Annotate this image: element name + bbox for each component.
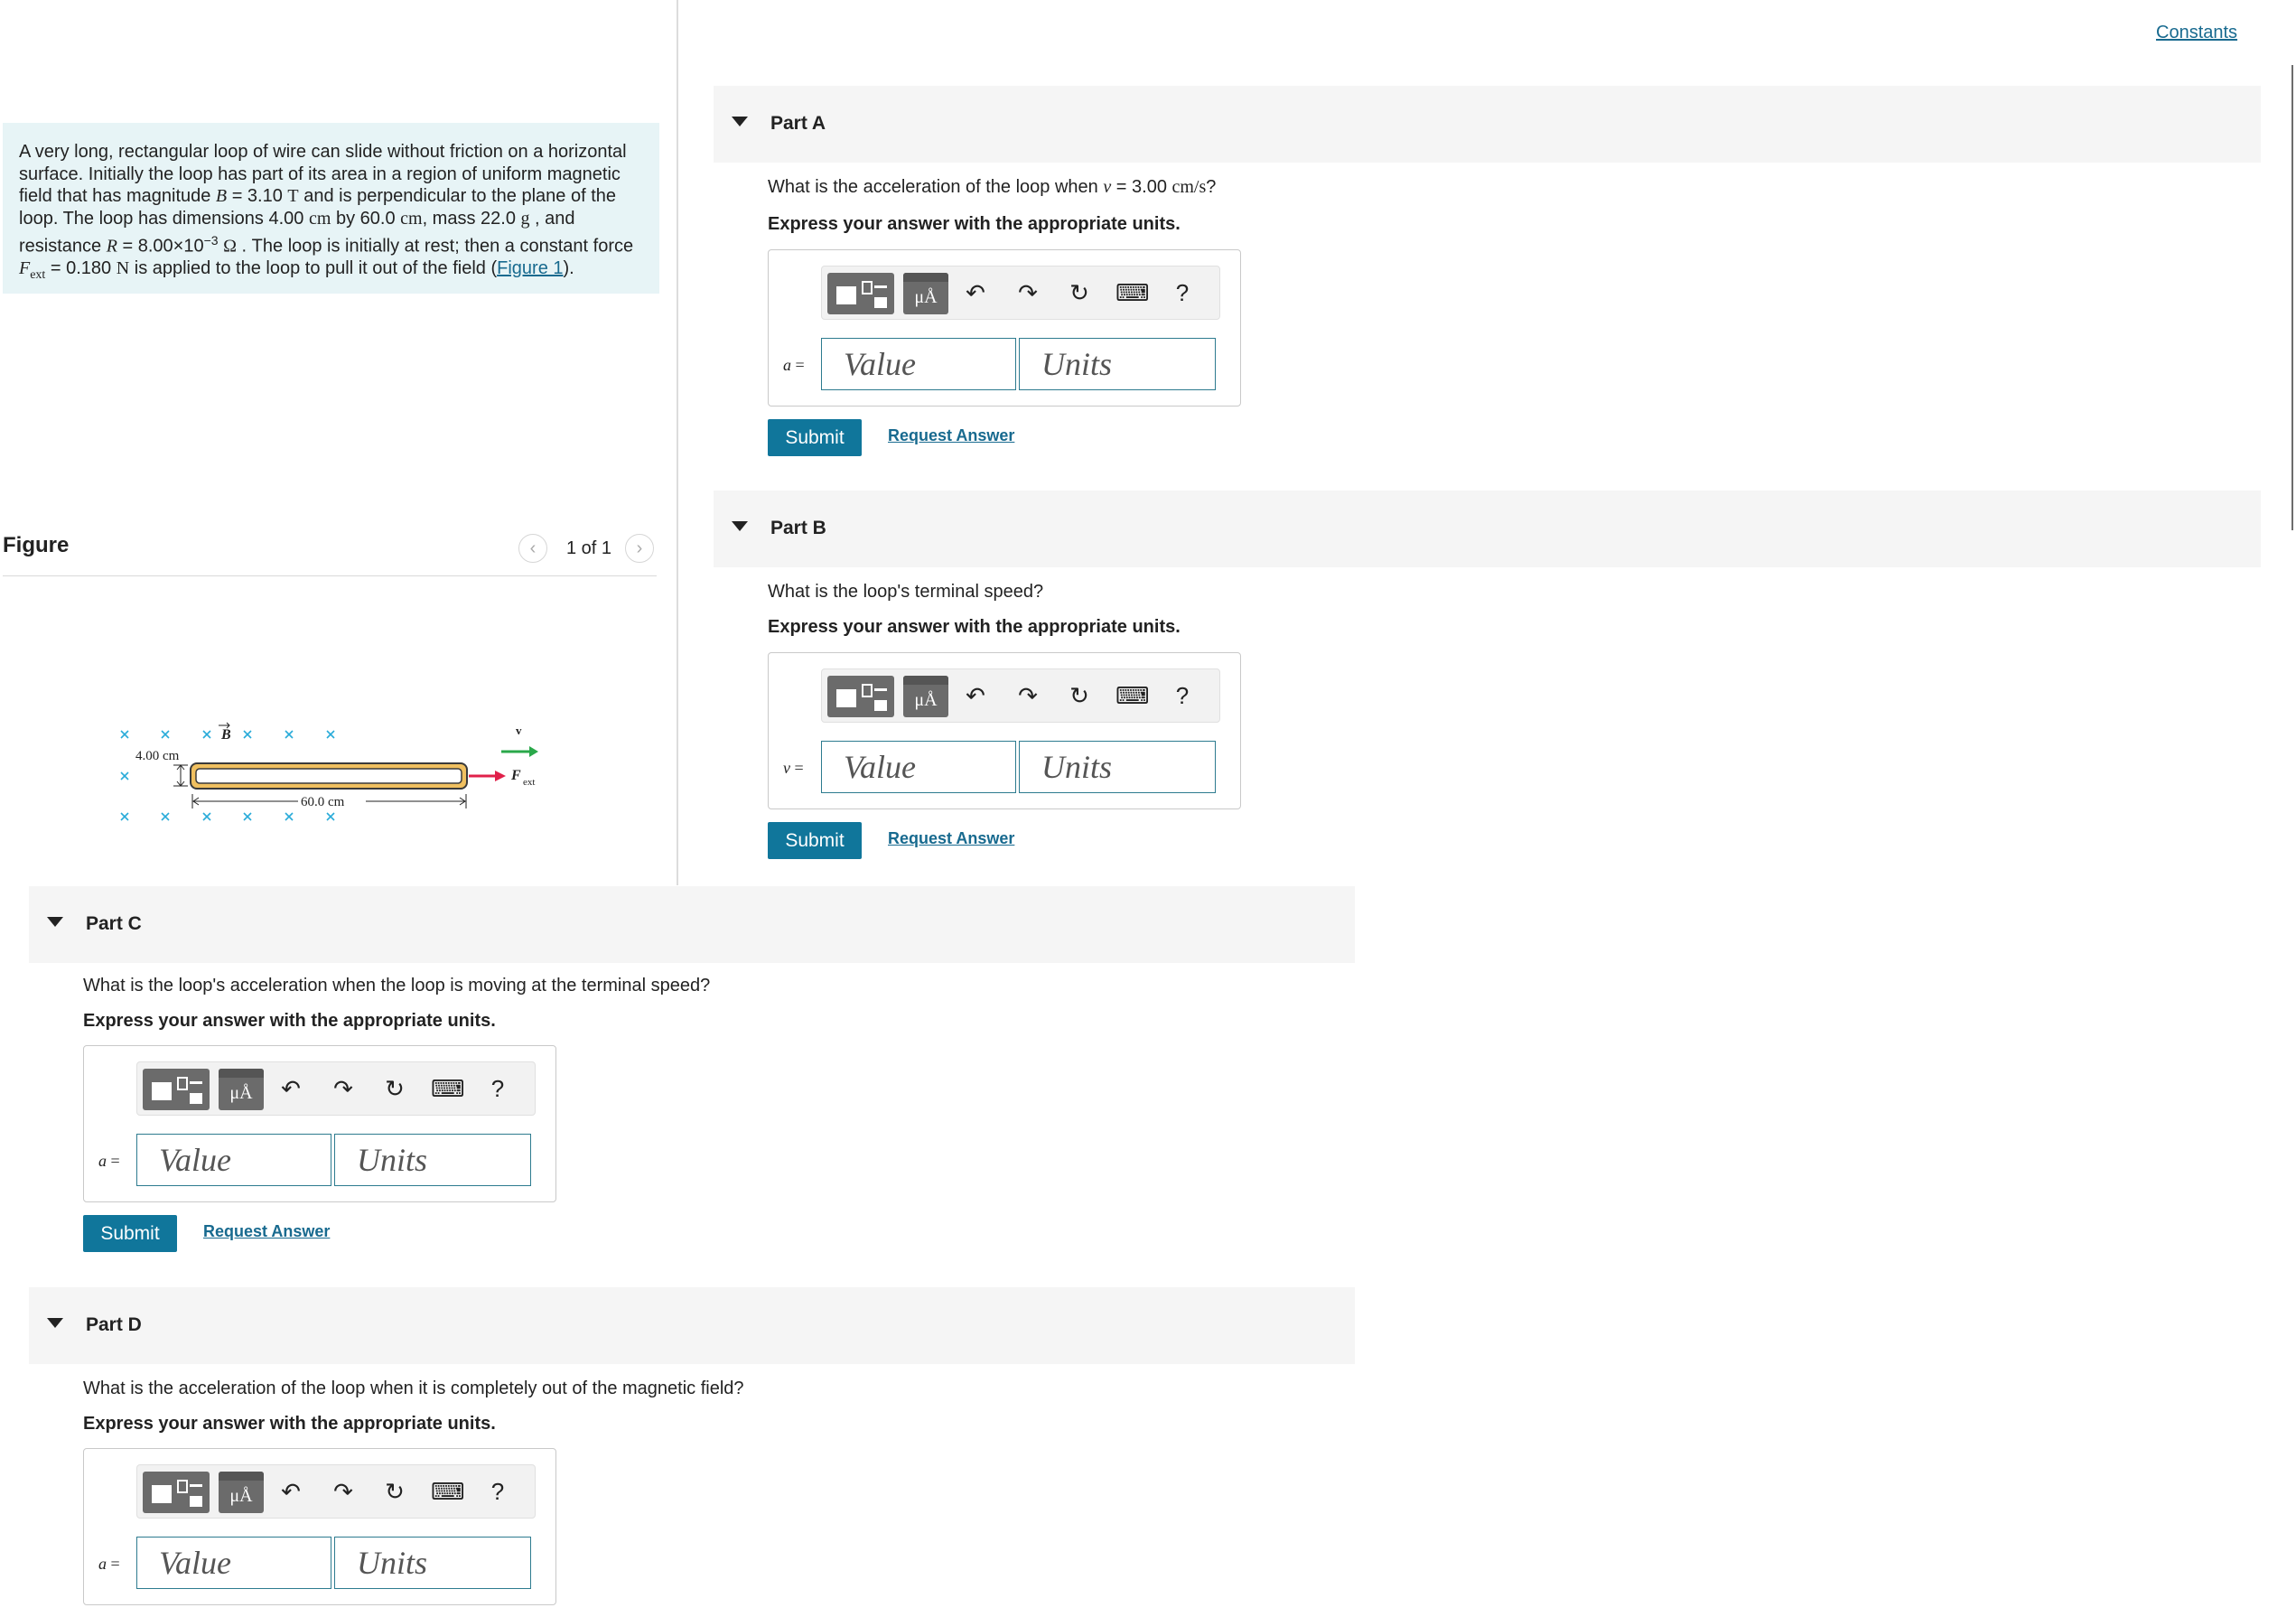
velocity-label: v [516, 724, 522, 737]
templates-icon[interactable] [143, 1472, 210, 1513]
part-a-header[interactable]: Part A [714, 86, 2261, 163]
part-b-header[interactable]: Part B [714, 491, 2261, 567]
reset-icon[interactable]: ↻ [381, 1075, 408, 1102]
units-input[interactable]: Units [1019, 741, 1216, 793]
figure-counter: 1 of 1 [566, 538, 612, 558]
help-icon[interactable]: ? [484, 1478, 511, 1505]
reset-icon[interactable]: ↻ [1066, 682, 1093, 709]
collapse-triangle-icon[interactable] [47, 1318, 63, 1328]
units-icon[interactable]: μÅ [219, 1472, 264, 1513]
units-icon[interactable]: μÅ [219, 1069, 264, 1110]
figure-title: Figure [3, 533, 70, 557]
part-d-title: Part D [86, 1314, 142, 1335]
units-icon[interactable]: μÅ [903, 273, 948, 314]
value-input[interactable]: Value [821, 741, 1016, 793]
redo-icon[interactable]: ↷ [1014, 279, 1041, 306]
part-d-answer-box: μÅ ↶ ↷ ↻ ⌨ ? a = Value Units [83, 1448, 556, 1605]
help-icon[interactable]: ? [1169, 682, 1196, 709]
part-a-answer-box: μÅ ↶ ↷ ↻ ⌨ ? a = Value Units [768, 249, 1241, 407]
part-b-title: Part B [770, 518, 826, 538]
templates-icon[interactable] [827, 676, 894, 717]
undo-icon[interactable]: ↶ [277, 1075, 304, 1102]
keyboard-icon[interactable]: ⌨ [431, 1075, 465, 1102]
units-input[interactable]: Units [334, 1537, 531, 1589]
reset-icon[interactable]: ↻ [1066, 279, 1093, 306]
redo-icon[interactable]: ↷ [1014, 682, 1041, 709]
submit-button[interactable]: Submit [83, 1215, 177, 1252]
figure-divider [3, 575, 657, 576]
part-b-instruction: Express your answer with the appropriate… [768, 617, 1181, 637]
part-d-instruction: Express your answer with the appropriate… [83, 1414, 496, 1434]
part-c-question: What is the loop's acceleration when the… [83, 976, 711, 995]
submit-button[interactable]: Submit [768, 419, 862, 456]
math-toolbar: μÅ ↶ ↷ ↻ ⌨ ? [136, 1464, 536, 1519]
units-input[interactable]: Units [1019, 338, 1216, 390]
part-c-title: Part C [86, 913, 142, 934]
math-toolbar: μÅ ↶ ↷ ↻ ⌨ ? [136, 1061, 536, 1116]
variable-label: a = [98, 1555, 120, 1573]
submit-button[interactable]: Submit [768, 822, 862, 859]
reset-icon[interactable]: ↻ [381, 1478, 408, 1505]
problem-statement: A very long, rectangular loop of wire ca… [3, 123, 659, 294]
value-input[interactable]: Value [821, 338, 1016, 390]
pane-divider [677, 0, 678, 885]
keyboard-icon[interactable]: ⌨ [1115, 682, 1150, 709]
request-answer-link[interactable]: Request Answer [888, 829, 1014, 848]
collapse-triangle-icon[interactable] [732, 521, 748, 531]
variable-label: v = [783, 759, 804, 777]
collapse-triangle-icon[interactable] [732, 117, 748, 126]
part-d-question: What is the acceleration of the loop whe… [83, 1379, 744, 1398]
figure-link[interactable]: Figure 1 [497, 258, 563, 278]
part-c-answer-box: μÅ ↶ ↷ ↻ ⌨ ? a = Value Units [83, 1045, 556, 1202]
part-d-header[interactable]: Part D [29, 1287, 1355, 1364]
chevron-right-icon[interactable]: › [625, 534, 654, 563]
scrollbar[interactable] [2291, 65, 2293, 530]
part-b-answer-box: μÅ ↶ ↷ ↻ ⌨ ? v = Value Units [768, 652, 1241, 809]
constants-link[interactable]: Constants [2156, 23, 2237, 43]
help-icon[interactable]: ? [484, 1075, 511, 1102]
loop-diagram: B 4.00 cm 60.0 cm v F ext [120, 722, 538, 821]
keyboard-icon[interactable]: ⌨ [431, 1478, 465, 1505]
variable-label: a = [783, 356, 805, 374]
math-toolbar: μÅ ↶ ↷ ↻ ⌨ ? [821, 266, 1220, 320]
redo-icon[interactable]: ↷ [330, 1075, 357, 1102]
templates-icon[interactable] [143, 1069, 210, 1110]
undo-icon[interactable]: ↶ [962, 682, 989, 709]
undo-icon[interactable]: ↶ [277, 1478, 304, 1505]
part-a-title: Part A [770, 113, 826, 134]
help-icon[interactable]: ? [1169, 279, 1196, 306]
part-a-instruction: Express your answer with the appropriate… [768, 214, 1181, 234]
length-label: 60.0 cm [301, 795, 345, 809]
redo-icon[interactable]: ↷ [330, 1478, 357, 1505]
svg-text:ext: ext [523, 777, 535, 788]
value-input[interactable]: Value [136, 1537, 331, 1589]
request-answer-link[interactable]: Request Answer [888, 426, 1014, 445]
keyboard-icon[interactable]: ⌨ [1115, 279, 1150, 306]
math-toolbar: μÅ ↶ ↷ ↻ ⌨ ? [821, 668, 1220, 723]
chevron-left-icon[interactable]: ‹ [518, 534, 547, 563]
undo-icon[interactable]: ↶ [962, 279, 989, 306]
templates-icon[interactable] [827, 273, 894, 314]
part-a-question: What is the acceleration of the loop whe… [768, 177, 1217, 197]
variable-label: a = [98, 1152, 120, 1170]
collapse-triangle-icon[interactable] [47, 917, 63, 927]
force-label: F [510, 768, 521, 783]
part-b-question: What is the loop's terminal speed? [768, 582, 1044, 602]
units-input[interactable]: Units [334, 1134, 531, 1186]
part-c-instruction: Express your answer with the appropriate… [83, 1011, 496, 1031]
request-answer-link[interactable]: Request Answer [203, 1222, 330, 1241]
part-c-header[interactable]: Part C [29, 886, 1355, 963]
b-field-label: B [220, 727, 231, 743]
units-icon[interactable]: μÅ [903, 676, 948, 717]
value-input[interactable]: Value [136, 1134, 331, 1186]
height-label: 4.00 cm [135, 749, 180, 763]
